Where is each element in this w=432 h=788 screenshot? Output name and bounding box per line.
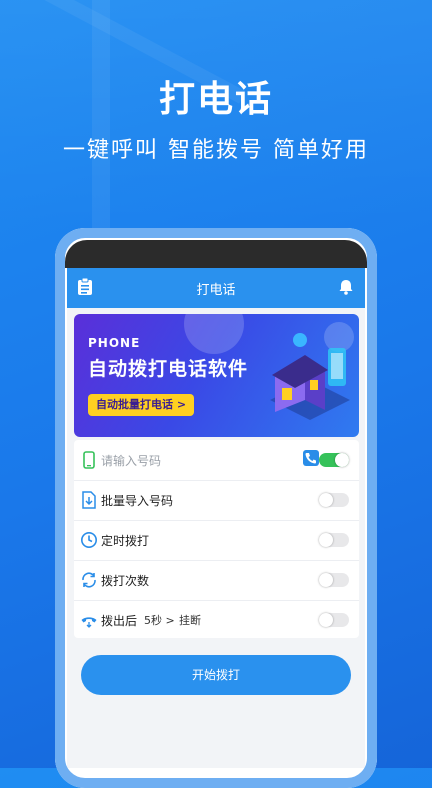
after-dial-toggle[interactable] (319, 613, 349, 627)
after-dial-action: 挂断 (179, 614, 201, 627)
call-mode-icon[interactable] (303, 450, 319, 466)
settings-row-import: 批量导入号码 (74, 480, 359, 521)
settings-row-after-dial: 拨出后 5秒 > 挂断 (74, 600, 359, 640)
settings-row-label: 定时拨打 (101, 534, 150, 548)
settings-row-label: 批量导入号码 (101, 494, 174, 508)
phone-number-input[interactable]: 请输入号码 (101, 452, 161, 469)
promo-banner[interactable]: PHONE 自动拨打电话软件 自动批量打电话 > (74, 314, 359, 437)
schedule-toggle[interactable] (319, 533, 349, 547)
import-toggle[interactable] (319, 493, 349, 507)
bell-icon[interactable] (337, 278, 355, 296)
redial-icon (80, 571, 98, 589)
settings-row-schedule: 定时拨打 (74, 520, 359, 561)
banner-title: 自动拨打电话软件 (88, 358, 249, 380)
promo-subline: 一键呼叫 智能拨号 简单好用 (63, 138, 369, 163)
settings-row-redial: 拨打次数 (74, 560, 359, 601)
phone-toggle[interactable] (319, 453, 349, 467)
phone-input-row: 请输入号码 (74, 440, 359, 481)
import-icon (80, 491, 98, 509)
redial-toggle[interactable] (319, 573, 349, 587)
app-title: 打电话 (196, 283, 236, 298)
banner-cta-button[interactable]: 自动批量打电话 > (88, 394, 195, 416)
promo-headline: 打电话 (158, 79, 273, 120)
settings-row-label: 拨出后 (101, 614, 138, 628)
hangup-icon (80, 611, 98, 629)
house-phone-illustration (270, 333, 350, 420)
settings-list: 请输入号码 批量导入号码 定时拨打 拨打次数 拨出后 5秒 > 挂断 (74, 440, 359, 638)
app-bar: 打电话 (67, 268, 365, 308)
settings-row-label: 拨打次数 (101, 574, 150, 588)
clock-icon (80, 531, 98, 549)
delay-selector[interactable]: 5秒 > (144, 612, 175, 628)
banner-decoration (184, 314, 244, 354)
phone-status-bar (65, 240, 367, 268)
mobile-phone-icon (80, 451, 98, 469)
start-dialing-button[interactable]: 开始拨打 (81, 655, 351, 695)
banner-tag: PHONE (88, 336, 141, 350)
